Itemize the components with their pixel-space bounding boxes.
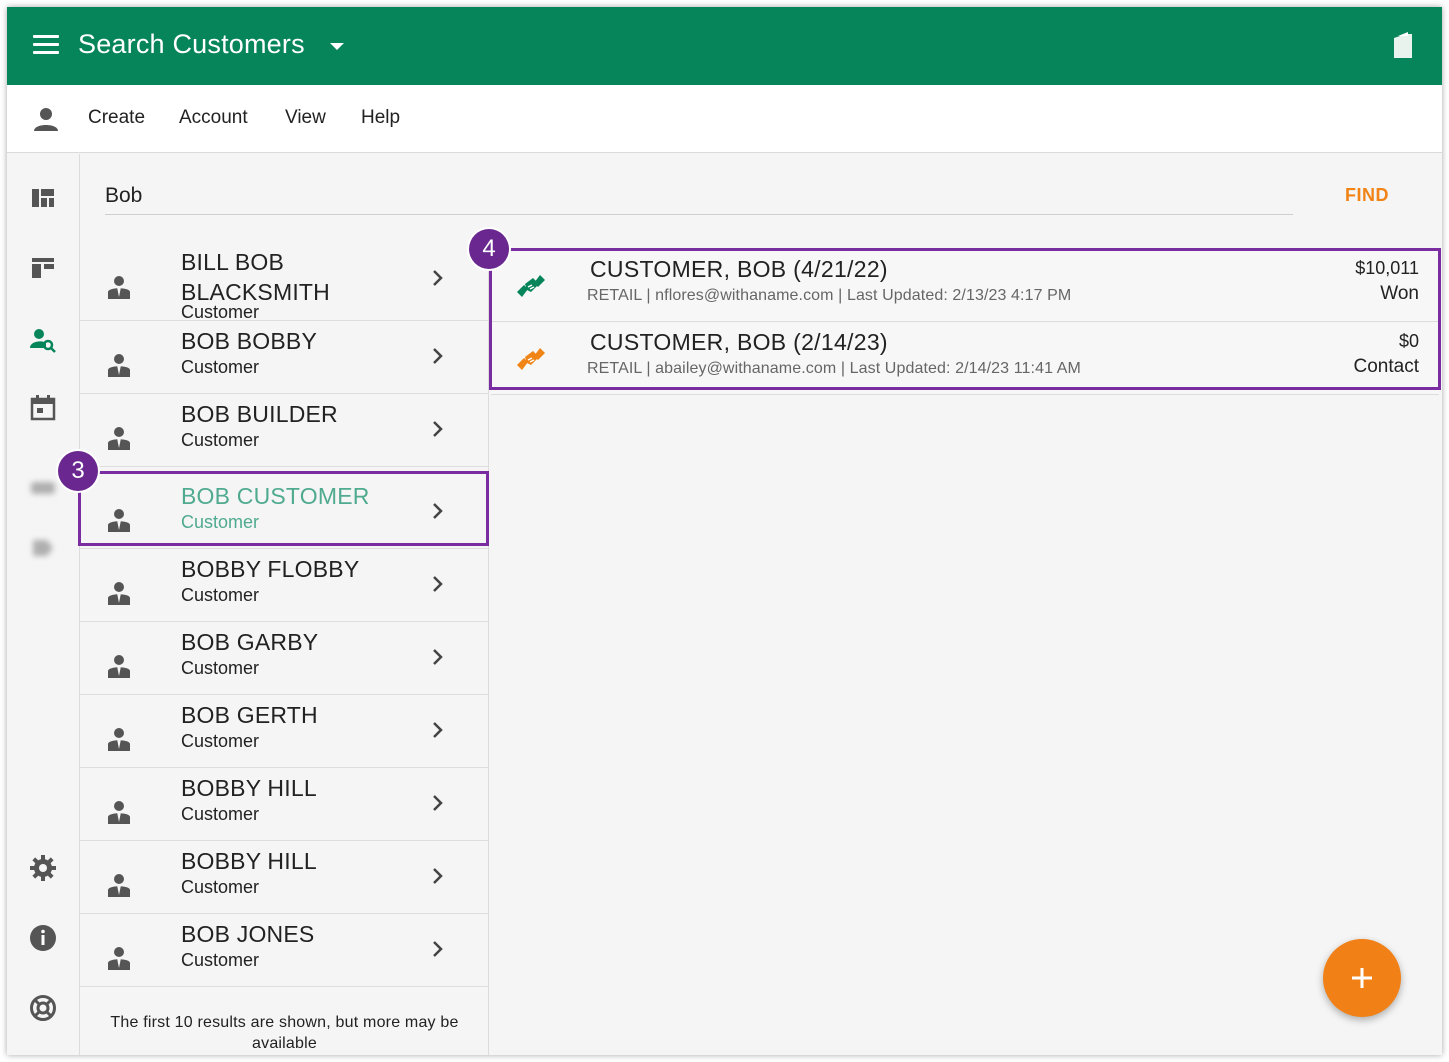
find-button[interactable]: FIND xyxy=(1345,185,1389,206)
opportunity-row[interactable]: CUSTOMER, BOB (2/14/23) RETAIL | abailey@… xyxy=(491,323,1439,395)
person-icon xyxy=(107,274,131,300)
result-row[interactable]: BOB GARBY Customer xyxy=(80,622,488,695)
opportunity-title: CUSTOMER, BOB (2/14/23) xyxy=(590,329,888,355)
handshake-icon xyxy=(517,275,545,297)
result-row[interactable]: BOBBY HILL Customer xyxy=(80,768,488,841)
plus-icon xyxy=(1352,968,1372,988)
result-row[interactable]: BOB BOBBY Customer xyxy=(80,321,488,394)
handshake-icon xyxy=(517,348,545,370)
result-row[interactable]: BOB CUSTOMER Customer xyxy=(80,476,488,549)
info-icon[interactable] xyxy=(29,924,57,952)
result-type: Customer xyxy=(181,877,260,897)
app-window: Search Customers Create Account View Hel… xyxy=(7,7,1442,1055)
menu-create[interactable]: Create xyxy=(88,107,145,129)
result-type: Customer xyxy=(181,302,260,322)
callout-badge-4: 4 xyxy=(469,229,509,269)
person-icon xyxy=(107,872,131,898)
result-type: Customer xyxy=(181,512,260,532)
person-icon xyxy=(107,352,131,378)
results-note: The first 10 results are shown, but more… xyxy=(110,1014,459,1052)
opportunity-row[interactable]: CUSTOMER, BOB (4/21/22) RETAIL | nflores@… xyxy=(491,250,1439,322)
document-icon[interactable] xyxy=(1392,32,1414,60)
chevron-right-icon xyxy=(431,502,445,520)
user-icon[interactable] xyxy=(33,106,59,132)
board-icon[interactable] xyxy=(29,254,57,282)
hamburger-menu-icon[interactable] xyxy=(33,35,59,55)
result-name: BOB CUSTOMER xyxy=(181,483,370,509)
results-list: BILL BOB BLACKSMITH Customer BOB BOBBY Cust… xyxy=(80,239,489,1055)
title-dropdown-icon[interactable] xyxy=(330,43,344,50)
nav-rail xyxy=(7,154,80,1055)
result-row[interactable]: BOB BUILDER Customer xyxy=(80,394,488,467)
settings-icon[interactable] xyxy=(29,854,57,882)
result-type: Customer xyxy=(181,731,260,751)
result-name: BOB BOBBY xyxy=(181,328,318,354)
person-icon xyxy=(107,799,131,825)
result-name: BOB GARBY xyxy=(181,629,319,655)
result-name: BOBBY HILL xyxy=(181,848,317,874)
result-row[interactable]: BOBBY HILL Customer xyxy=(80,841,488,914)
menu-account[interactable]: Account xyxy=(179,107,248,129)
result-name: BOBBY HILL xyxy=(181,775,317,801)
result-name: BOB JONES xyxy=(181,921,315,947)
opportunity-title: CUSTOMER, BOB (4/21/22) xyxy=(590,256,888,282)
person-icon xyxy=(107,653,131,679)
person-icon xyxy=(107,507,131,533)
callout-badge-3: 3 xyxy=(58,451,98,491)
result-type: Customer xyxy=(181,430,260,450)
search-input[interactable] xyxy=(105,177,1293,215)
person-icon xyxy=(107,726,131,752)
calendar-icon[interactable] xyxy=(29,394,57,422)
opportunity-amount: $10,011 xyxy=(1355,258,1419,278)
result-name: BILL BOB BLACKSMITH xyxy=(181,249,330,305)
result-name: BOB GERTH xyxy=(181,702,318,728)
result-name: BOB BUILDER xyxy=(181,401,338,427)
customer-search-icon[interactable] xyxy=(29,326,57,354)
person-icon xyxy=(107,425,131,451)
result-row[interactable]: BOB JONES Customer xyxy=(80,914,488,987)
chevron-right-icon xyxy=(431,347,445,365)
chevron-right-icon xyxy=(431,940,445,958)
chevron-right-icon xyxy=(431,269,445,287)
result-type: Customer xyxy=(181,585,260,605)
opportunity-meta: RETAIL | nflores@withaname.com | Last Up… xyxy=(587,287,1072,304)
blurred-nav-icon-2[interactable] xyxy=(29,534,57,562)
chevron-right-icon xyxy=(431,420,445,438)
chevron-right-icon xyxy=(431,648,445,666)
chevron-right-icon xyxy=(431,721,445,739)
menu-bar: Create Account View Help xyxy=(7,85,1442,153)
opportunity-status: Contact xyxy=(1353,356,1419,377)
result-row[interactable]: BOB GERTH Customer xyxy=(80,695,488,768)
result-row[interactable]: BILL BOB BLACKSMITH Customer xyxy=(80,239,488,322)
person-icon xyxy=(107,580,131,606)
dashboard-icon[interactable] xyxy=(29,184,57,212)
page-title[interactable]: Search Customers xyxy=(78,29,305,60)
opportunity-amount: $0 xyxy=(1398,331,1419,351)
blurred-nav-icon[interactable] xyxy=(29,474,57,502)
chevron-right-icon xyxy=(431,867,445,885)
result-name: BOBBY FLOBBY xyxy=(181,556,360,582)
opportunity-meta: RETAIL | abailey@withaname.com | Last Up… xyxy=(587,360,1081,377)
help-lifebuoy-icon[interactable] xyxy=(29,994,57,1022)
app-header: Search Customers xyxy=(7,7,1442,85)
menu-view[interactable]: View xyxy=(285,107,326,129)
chevron-right-icon xyxy=(431,575,445,593)
opportunity-status: Won xyxy=(1380,283,1419,304)
result-type: Customer xyxy=(181,357,260,377)
person-icon xyxy=(107,945,131,971)
menu-help[interactable]: Help xyxy=(361,107,400,129)
result-type: Customer xyxy=(181,658,260,678)
result-row[interactable]: BOBBY FLOBBY Customer xyxy=(80,549,488,622)
result-type: Customer xyxy=(181,804,260,824)
chevron-right-icon xyxy=(431,794,445,812)
result-type: Customer xyxy=(181,950,260,970)
add-fab-button[interactable] xyxy=(1323,939,1401,1017)
